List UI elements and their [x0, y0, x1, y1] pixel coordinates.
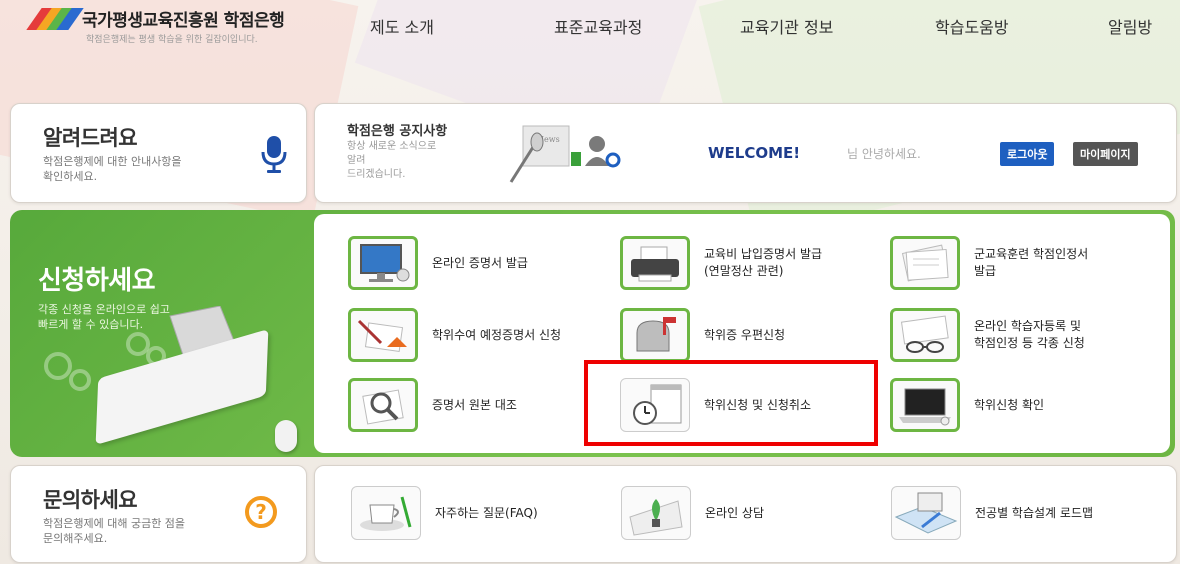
magnifier-icon — [348, 378, 418, 432]
inquiry-box-title: 문의하세요 — [43, 488, 138, 512]
apply-item-online-registration[interactable]: 온라인 학습자등록 및 학점인정 등 각종 신청 — [890, 308, 1085, 362]
inquiry-row: 자주하는 질문(FAQ) 온라인 상담 전공별 학습설계 로드맵 — [314, 465, 1177, 563]
header: 국가평생교육진흥원 학점은행 학점은행제는 평생 학습을 위한 길잡이입니다. … — [0, 0, 1180, 60]
apply-item-label: 학위신청 및 신청취소 — [704, 397, 811, 412]
apply-item-degree-check[interactable]: 학위신청 확인 — [890, 378, 1044, 432]
certificate-icon — [348, 308, 418, 362]
apply-item-online-certificate[interactable]: 온라인 증명서 발급 — [348, 236, 528, 290]
roadmap-monitor-icon — [891, 486, 961, 540]
inquiry-box[interactable]: 문의하세요 학점은행제에 대해 궁금한 점을 문의해주세요. ? — [10, 465, 307, 563]
question-icon: ? — [245, 496, 277, 528]
apply-item-label: 온라인 학습자등록 및 학점인정 등 각종 신청 — [974, 319, 1085, 350]
nav-item-intro[interactable]: 제도 소개 — [370, 14, 434, 38]
plant-icon — [621, 486, 691, 540]
notice-bar-title[interactable]: 학점은행 공지사항 — [347, 120, 447, 139]
apply-item-label: 학위수여 예정증명서 신청 — [432, 327, 562, 342]
apply-grid: 온라인 증명서 발급 교육비 납입증명서 발급 (연말정산 관련) 군교육훈련 학… — [314, 214, 1170, 453]
inquiry-box-desc: 학점은행제에 대해 궁금한 점을 문의해주세요. — [43, 517, 186, 545]
apply-item-label: 온라인 증명서 발급 — [432, 255, 528, 270]
news-microphone-icon: News — [501, 122, 631, 190]
apply-item-label: 학위신청 확인 — [974, 397, 1045, 412]
mypage-button[interactable]: 마이페이지 — [1073, 142, 1138, 166]
apply-title: 신청하세요 — [38, 266, 156, 296]
greeting-text: 님 안녕하세요. — [847, 147, 921, 161]
monitor-icon — [348, 236, 418, 290]
printer-icon — [620, 236, 690, 290]
apply-item-label: 증명서 원본 대조 — [432, 397, 517, 412]
apply-item-degree-application[interactable]: 학위신청 및 신청취소 — [620, 378, 811, 432]
glasses-icon — [890, 308, 960, 362]
apply-item-label: 학위증 우편신청 — [704, 327, 786, 342]
notice-bar: 학점은행 공지사항 항상 새로운 소식으로 알려 드리겠습니다. News WEL… — [314, 103, 1177, 203]
nav-item-institutions[interactable]: 교육기관 정보 — [740, 14, 833, 38]
nav-item-curriculum[interactable]: 표준교육과정 — [554, 14, 642, 38]
notice-box[interactable]: 알려드려요 학점은행제에 대한 안내사항을 확인하세요. — [10, 103, 307, 203]
laptop-icon — [890, 378, 960, 432]
apply-item-label: 군교육훈련 학점인정서 발급 — [974, 247, 1089, 278]
calendar-clock-icon — [620, 378, 690, 432]
apply-item-original-verify[interactable]: 증명서 원본 대조 — [348, 378, 517, 432]
coffee-cup-icon — [351, 486, 421, 540]
apply-item-graduation-expected[interactable]: 학위수여 예정증명서 신청 — [348, 308, 561, 362]
notice-bar-desc: 항상 새로운 소식으로 알려 드리겠습니다. — [347, 141, 437, 180]
apply-item-label: 교육비 납입증명서 발급 (연말정산 관련) — [704, 247, 823, 278]
mailbox-icon — [620, 308, 690, 362]
faq-link[interactable]: 자주하는 질문(FAQ) — [351, 486, 538, 540]
papers-icon — [890, 236, 960, 290]
notice-box-desc: 학점은행제에 대한 안내사항을 확인하세요. — [43, 155, 182, 183]
mouse-icon — [275, 420, 297, 452]
notice-box-title: 알려드려요 — [43, 126, 138, 150]
nav-item-notice[interactable]: 알림방 — [1108, 14, 1152, 38]
online-counsel-label: 온라인 상담 — [705, 505, 765, 520]
apply-item-military-training[interactable]: 군교육훈련 학점인정서 발급 — [890, 236, 1088, 290]
welcome-text: WELCOME! — [708, 144, 801, 162]
online-counsel-link[interactable]: 온라인 상담 — [621, 486, 764, 540]
main-nav: 제도 소개 표준교육과정 교육기관 정보 학습도움방 알림방 — [0, 14, 1180, 44]
faq-label: 자주하는 질문(FAQ) — [435, 505, 538, 520]
nav-item-learning-help[interactable]: 학습도움방 — [935, 14, 1009, 38]
microphone-icon — [261, 134, 287, 178]
roadmap-label: 전공별 학습설계 로드맵 — [975, 505, 1094, 520]
apply-item-tuition-certificate[interactable]: 교육비 납입증명서 발급 (연말정산 관련) — [620, 236, 822, 290]
apply-item-diploma-mail[interactable]: 학위증 우편신청 — [620, 308, 785, 362]
roadmap-link[interactable]: 전공별 학습설계 로드맵 — [891, 486, 1093, 540]
apply-section: 신청하세요 각종 신청을 온라인으로 쉽고 빠르게 할 수 있습니다. 온라인 증… — [10, 210, 1175, 457]
logout-button[interactable]: 로그아웃 — [1000, 142, 1055, 166]
